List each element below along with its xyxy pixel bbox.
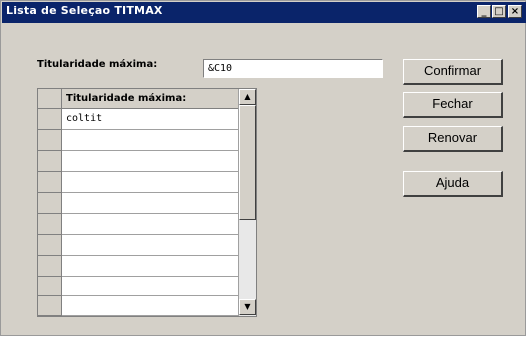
window-title: Lista de Seleçao TITMAX [6,4,163,17]
row-header[interactable] [38,256,62,277]
maximize-button[interactable]: □ [492,5,506,18]
minimize-button[interactable]: _ [477,5,491,18]
data-grid: Titularidade máxima: coltit ▲ ▼ [37,88,257,317]
column-header[interactable]: Titularidade máxima: [62,89,238,109]
field-label: Titularidade máxima: [37,59,158,70]
title-bar[interactable]: Lista de Seleçao TITMAX _ □ × [2,2,526,23]
grid-corner [38,89,62,109]
scroll-thumb[interactable] [239,105,256,220]
table-row[interactable] [62,256,238,277]
selection-dialog: Lista de Seleçao TITMAX _ □ × Titularida… [0,0,526,336]
row-header[interactable] [38,235,62,256]
help-button[interactable]: Ajuda [403,171,503,197]
table-row[interactable] [62,235,238,256]
close-button[interactable]: × [508,5,522,18]
confirm-button[interactable]: Confirmar [403,59,503,85]
table-row[interactable] [62,172,238,193]
table-row[interactable] [62,296,238,316]
table-row[interactable] [62,277,238,296]
scroll-up-button[interactable]: ▲ [239,89,256,105]
row-header[interactable] [38,151,62,172]
table-row[interactable] [62,151,238,172]
close-dialog-button[interactable]: Fechar [403,92,503,118]
row-header[interactable] [38,193,62,214]
grid-cell[interactable]: coltit [66,113,102,124]
table-row[interactable] [62,214,238,235]
titularidade-input[interactable]: &C10 [203,59,383,78]
row-header[interactable] [38,296,62,316]
refresh-button[interactable]: Renovar [403,126,503,152]
scroll-down-button[interactable]: ▼ [239,299,256,315]
table-row[interactable] [62,130,238,151]
row-header[interactable] [38,109,62,130]
vertical-scrollbar[interactable]: ▲ ▼ [238,89,256,316]
table-row[interactable] [62,193,238,214]
row-header[interactable] [38,130,62,151]
row-header[interactable] [38,277,62,296]
row-header[interactable] [38,172,62,193]
row-header[interactable] [38,214,62,235]
